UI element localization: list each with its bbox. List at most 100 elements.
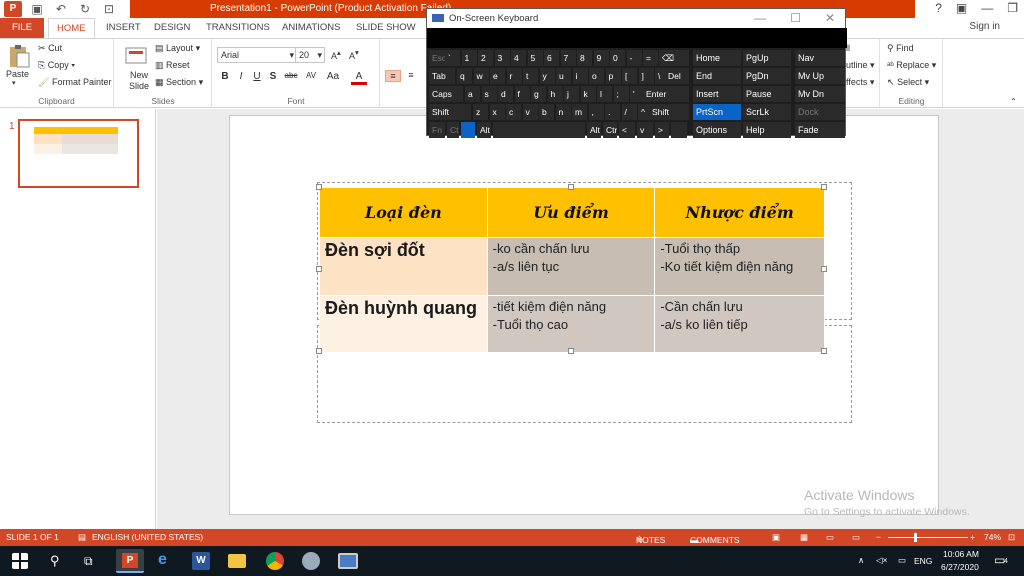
help-icon[interactable]: ? (935, 1, 942, 15)
osk-nav-key-prtscn[interactable]: PrtScn (693, 104, 741, 120)
osk-key[interactable]: k (580, 86, 596, 102)
osk-key-shift[interactable]: Shift (649, 104, 689, 120)
osk-key[interactable]: u (556, 68, 571, 84)
osk-key[interactable]: ] (638, 68, 654, 84)
underline-icon[interactable]: U (249, 71, 265, 82)
new-slide-button[interactable]: New Slide (127, 70, 151, 92)
table-header-cell[interactable]: Loại đèn (319, 187, 488, 238)
osk-key[interactable]: e (490, 68, 505, 84)
find-button[interactable]: ⚲ Find (887, 43, 914, 54)
format-painter-button[interactable]: 🖌 Format Painter (38, 77, 111, 88)
osk-key[interactable]: = (643, 50, 658, 66)
osk-title-bar[interactable]: On-Screen Keyboard — ☐ ✕ (427, 9, 845, 28)
character-spacing-icon[interactable]: AV (303, 71, 319, 80)
osk-key[interactable] (671, 122, 687, 138)
italic-icon[interactable]: I (233, 71, 249, 82)
osk-key[interactable]: m (572, 104, 587, 120)
resize-handle[interactable] (821, 348, 827, 354)
osk-nav-key-help[interactable]: Help (743, 122, 791, 138)
table-cell-type[interactable]: Đèn huỳnh quang (319, 295, 488, 353)
osk-key[interactable]: 9 (593, 50, 609, 66)
powerpoint-taskbar-button[interactable]: P (116, 549, 144, 573)
osk-key[interactable]: Alt (477, 122, 491, 138)
osk-key[interactable]: 6 (544, 50, 559, 66)
windows-start-icon[interactable] (12, 553, 28, 569)
clock-time[interactable]: 10:06 AM (943, 549, 979, 559)
resize-handle[interactable] (821, 266, 827, 272)
replace-button[interactable]: ᵃᵇ Replace ▾ (887, 60, 936, 71)
volume-icon[interactable]: ◁× (876, 555, 888, 566)
osk-key[interactable]: Alt (587, 122, 601, 138)
table-cell-type[interactable]: Đèn sợi đốt (319, 237, 488, 296)
osk-key[interactable]: 0 (610, 50, 625, 66)
osk-key[interactable]: Ctrl (603, 122, 617, 138)
osk-key[interactable]: Fn (429, 122, 445, 138)
tab-insert[interactable]: INSERT (98, 18, 149, 38)
osk-key[interactable]: c (506, 104, 521, 120)
osk-key[interactable]: x (489, 104, 505, 120)
table-cell-cons[interactable]: -Cần chấn lưu -a/s ko liên tiếp (654, 295, 825, 353)
ribbon-display-options-icon[interactable]: ▣ (956, 1, 967, 15)
osk-key[interactable]: l (597, 86, 612, 102)
osk-key[interactable]: v (522, 104, 538, 120)
font-name-dropdown[interactable]: Arial ▾ (217, 47, 297, 63)
osk-nav-key-insert[interactable]: Insert (693, 86, 741, 102)
osk-key[interactable]: f (514, 86, 530, 102)
osk-key[interactable]: > (655, 122, 669, 138)
osk-key[interactable]: g (531, 86, 546, 102)
zoom-out-icon[interactable]: − (876, 532, 881, 542)
osk-nav-key-options[interactable]: Options (693, 122, 741, 138)
collapse-ribbon-icon[interactable]: ⌃ (1010, 97, 1017, 106)
paste-button[interactable]: Paste (6, 69, 29, 79)
osk-key[interactable]: j (564, 86, 579, 102)
table-header-cell[interactable]: Nhược điểm (654, 187, 825, 238)
osk-nav-key-pgdn[interactable]: PgDn (743, 68, 791, 84)
osk-nav-key-pause[interactable]: Pause (743, 86, 791, 102)
osk-key[interactable]: r (506, 68, 522, 84)
shadow-icon[interactable]: S (265, 71, 281, 82)
osk-key[interactable]: 1 (461, 50, 477, 66)
osk-key[interactable]: < (619, 122, 635, 138)
osk-key[interactable]: . (605, 104, 620, 120)
osk-key[interactable] (493, 122, 585, 138)
osk-key-delete[interactable]: Del (665, 68, 689, 84)
paste-icon[interactable] (6, 43, 32, 69)
change-case-icon[interactable]: Aa (325, 71, 341, 82)
word-icon[interactable]: W (192, 552, 210, 570)
tab-design[interactable]: DESIGN (146, 18, 198, 38)
start-from-beginning-icon[interactable]: ⊡ (100, 1, 118, 17)
osk-key[interactable]: ` (445, 50, 460, 66)
edge-icon[interactable]: e (158, 551, 167, 569)
align-center-icon[interactable]: ≡ (403, 70, 419, 80)
shape-effects-button[interactable]: ffects ▾ (846, 77, 874, 88)
language-status[interactable]: ENGLISH (UNITED STATES) (92, 532, 203, 542)
slide-sorter-icon[interactable]: ▦ (800, 532, 808, 543)
tab-home[interactable]: HOME (48, 18, 95, 38)
osk-nav-key-scrlk[interactable]: ScrLk (743, 104, 791, 120)
select-button[interactable]: ↖ Select ▾ (887, 77, 929, 88)
osk-key[interactable]: d (498, 86, 513, 102)
osk-key-caps[interactable]: Caps (429, 86, 463, 102)
osk-key[interactable]: b (539, 104, 554, 120)
resize-handle[interactable] (821, 184, 827, 190)
osk-key[interactable]: 5 (527, 50, 543, 66)
osk-key-tab[interactable]: Tab (429, 68, 455, 84)
table-header-cell[interactable]: Ưu điểm (486, 187, 656, 238)
zoom-slider-thumb[interactable] (914, 533, 917, 542)
font-color-icon[interactable]: A (351, 71, 367, 85)
fit-to-window-icon[interactable]: ⊡ (1008, 532, 1015, 543)
osk-nav-key-fade[interactable]: Fade (795, 122, 845, 138)
zoom-level[interactable]: 74% (984, 532, 1001, 542)
increase-font-icon[interactable]: A▴ (331, 48, 341, 61)
minimize-icon[interactable]: — (754, 11, 766, 25)
osk-key[interactable]: v (637, 122, 653, 138)
osk-nav-key-nav[interactable]: Nav (795, 50, 845, 66)
zoom-slider[interactable] (888, 537, 968, 538)
undo-icon[interactable]: ↶ (52, 1, 70, 17)
osk-key[interactable]: / (621, 104, 637, 120)
network-icon[interactable]: ▭ (898, 555, 906, 566)
copy-button[interactable]: ⎘ Copy ▾ (38, 60, 75, 71)
restore-icon[interactable]: ❐ (1007, 1, 1018, 15)
osk-key-enter[interactable]: Enter (643, 86, 689, 102)
on-screen-keyboard-taskbar-icon[interactable] (338, 553, 358, 569)
